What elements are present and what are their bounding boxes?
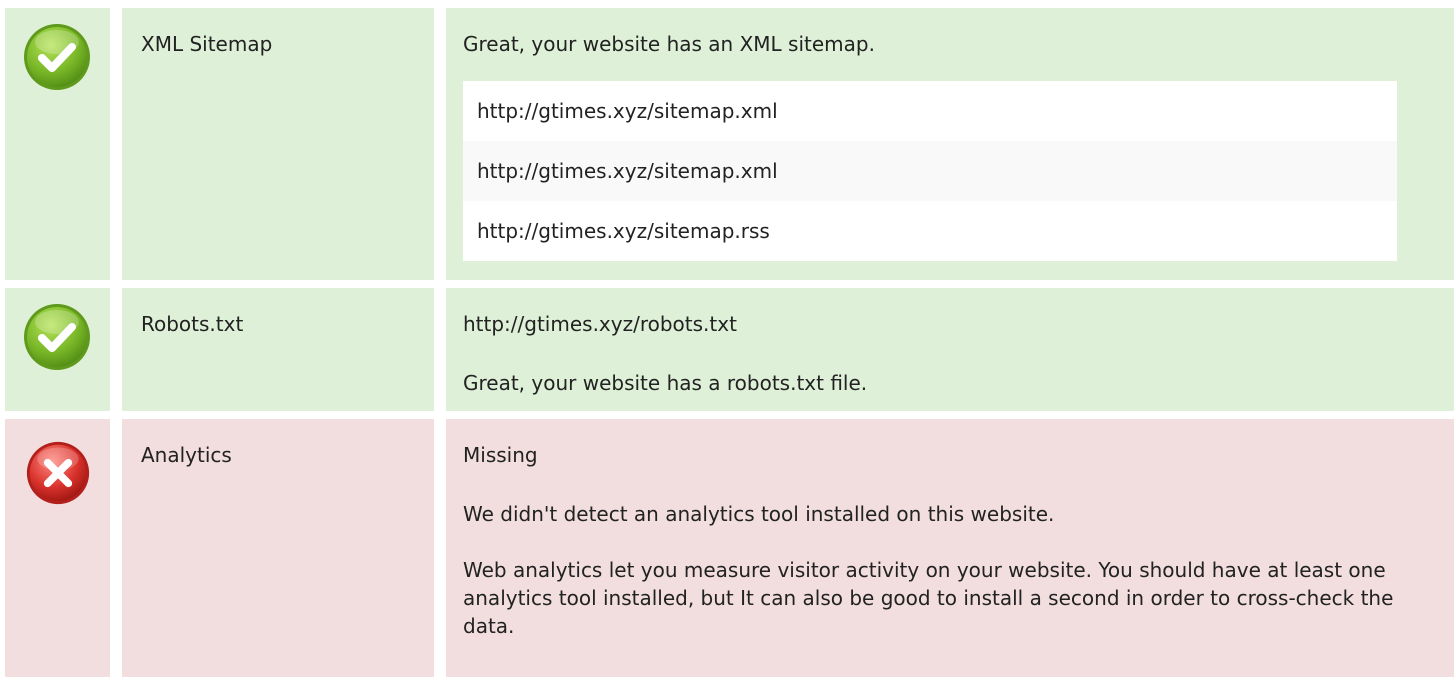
status-cell (5, 8, 110, 280)
seo-check-report: XML Sitemap Great, your website has an X… (0, 0, 1454, 677)
check-detail-cell: Missing We didn't detect an analytics to… (446, 419, 1454, 677)
check-label: Robots.txt (141, 312, 244, 336)
sitemap-url-item: http://gtimes.xyz/sitemap.xml (463, 141, 1397, 201)
sitemap-url-item: http://gtimes.xyz/sitemap.rss (463, 201, 1397, 261)
check-row-robots-txt: Robots.txt http://gtimes.xyz/robots.txt … (0, 288, 1454, 411)
check-message: Great, your website has an XML sitemap. (463, 32, 875, 56)
check-message: We didn't detect an analytics tool insta… (463, 502, 1055, 526)
sitemap-url-item: http://gtimes.xyz/sitemap.xml (463, 81, 1397, 141)
check-detail-cell: http://gtimes.xyz/robots.txt Great, your… (446, 288, 1454, 411)
check-label: Analytics (141, 443, 232, 467)
check-label-cell: Analytics (122, 419, 434, 677)
check-label: XML Sitemap (141, 32, 273, 56)
check-advice: Web analytics let you measure visitor ac… (463, 558, 1394, 638)
check-row-xml-sitemap: XML Sitemap Great, your website has an X… (0, 8, 1454, 280)
check-circle-icon (24, 304, 90, 370)
sitemap-url-list: http://gtimes.xyz/sitemap.xml http://gti… (463, 81, 1397, 261)
status-cell (5, 419, 110, 677)
check-circle-icon (24, 24, 90, 90)
analytics-status-value: Missing (463, 443, 538, 467)
check-label-cell: Robots.txt (122, 288, 434, 411)
status-cell (5, 288, 110, 411)
check-detail-cell: Great, your website has an XML sitemap. … (446, 8, 1454, 280)
check-row-analytics: Analytics Missing We didn't detect an an… (0, 419, 1454, 677)
cross-circle-icon (26, 441, 90, 505)
check-label-cell: XML Sitemap (122, 8, 434, 280)
check-message: Great, your website has a robots.txt fil… (463, 371, 868, 395)
robots-url: http://gtimes.xyz/robots.txt (463, 312, 737, 336)
